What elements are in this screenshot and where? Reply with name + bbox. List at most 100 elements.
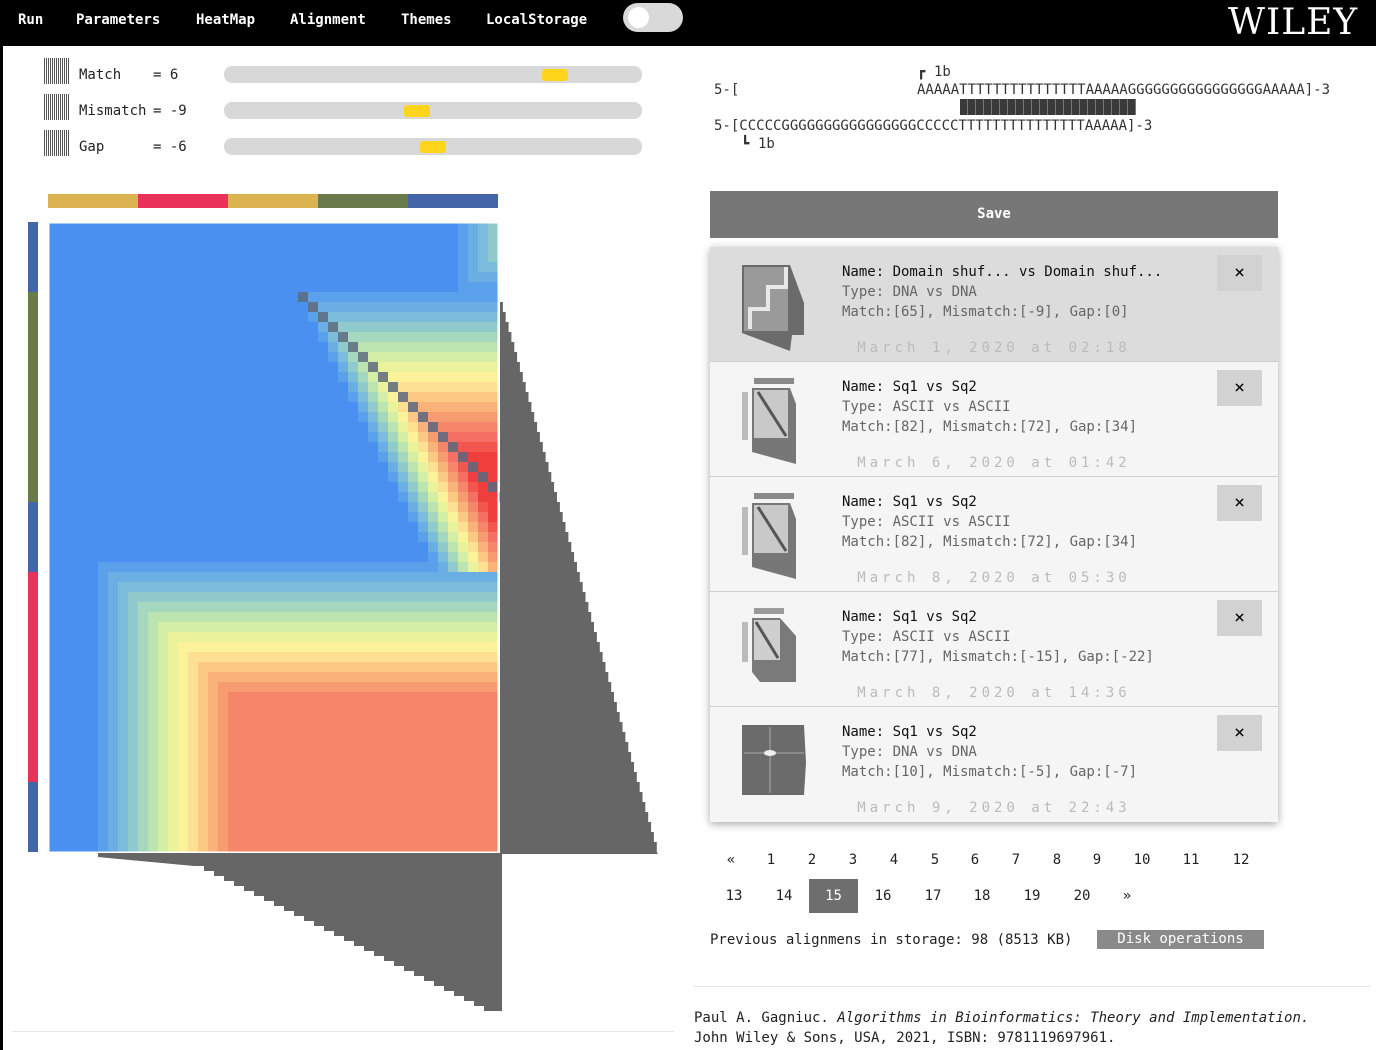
- page-link[interactable]: 20: [1064, 879, 1100, 913]
- page-link[interactable]: 6: [957, 843, 993, 877]
- page-link[interactable]: 16: [865, 879, 901, 913]
- citation-author: Paul A. Gagniuc.: [694, 1010, 838, 1026]
- page-link-current[interactable]: 15: [809, 879, 858, 913]
- saved-item-date: March 9, 2020 at 22:43: [857, 800, 1131, 816]
- gap-slider[interactable]: [224, 138, 642, 155]
- saved-item-date: March 8, 2020 at 05:30: [857, 570, 1131, 586]
- saved-item-scores: Match:[82], Mismatch:[72], Gap:[34]: [842, 534, 1138, 550]
- page-link[interactable]: 4: [876, 843, 912, 877]
- page-link[interactable]: 12: [1223, 843, 1259, 877]
- nav-heatmap[interactable]: HeatMap: [196, 12, 255, 28]
- colorbar-segment: [48, 194, 138, 208]
- delete-button[interactable]: ×: [1217, 600, 1262, 636]
- delete-button[interactable]: ×: [1217, 485, 1262, 521]
- page-link[interactable]: 11: [1173, 843, 1209, 877]
- page-link[interactable]: 10: [1124, 843, 1160, 877]
- disk-operations-button[interactable]: Disk operations: [1097, 930, 1264, 949]
- mismatch-slider-thumb[interactable]: [404, 105, 430, 117]
- save-button[interactable]: Save: [710, 191, 1278, 238]
- colorbar-segment: [28, 292, 38, 502]
- saved-item[interactable]: Name: Sq1 vs Sq2 Type: DNA vs DNA Match:…: [710, 707, 1278, 821]
- colorbar-segment: [318, 194, 408, 208]
- heatmap-shadow-right: [500, 222, 658, 854]
- gap-label: Gap: [79, 139, 105, 155]
- seq2-sequence: 5-[CCCCCGGGGGGGGGGGGGGGGCCCCCTTTTTTTTTTT…: [714, 118, 1153, 134]
- saved-item-type: Type: ASCII vs ASCII: [842, 399, 1011, 415]
- page-link[interactable]: 17: [915, 879, 951, 913]
- wiley-logo: WILEY: [1228, 2, 1359, 43]
- colorbar-segment: [228, 194, 318, 208]
- nav-run[interactable]: Run: [18, 12, 43, 28]
- saved-item-name: Name: Sq1 vs Sq2: [842, 724, 977, 740]
- saved-item-date: March 6, 2020 at 01:42: [857, 455, 1131, 471]
- page-link[interactable]: 14: [766, 879, 802, 913]
- saved-item-type: Type: DNA vs DNA: [842, 744, 977, 760]
- storage-status: Previous alignmens in storage: 98 (8513 …: [710, 932, 1073, 948]
- colorbar-segment: [28, 572, 38, 782]
- nav-parameters[interactable]: Parameters: [76, 12, 160, 28]
- match-slider[interactable]: [224, 66, 642, 83]
- nav-localstorage[interactable]: LocalStorage: [486, 12, 587, 28]
- saved-item[interactable]: Name: Sq1 vs Sq2 Type: ASCII vs ASCII Ma…: [710, 592, 1278, 707]
- saved-item-type: Type: DNA vs DNA: [842, 284, 977, 300]
- top-nav-bar: Run Parameters HeatMap Alignment Themes …: [0, 0, 1376, 46]
- gap-icon: [44, 130, 70, 156]
- mismatch-value: = -9: [153, 103, 187, 119]
- seq1-prefix: 5-[: [714, 82, 740, 98]
- match-value: = 6: [153, 67, 179, 83]
- saved-item[interactable]: Name: Domain shuf... vs Domain shuf... T…: [710, 247, 1278, 362]
- seq1-sequence: AAAAATTTTTTTTTTTTTTTAAAAAGGGGGGGGGGGGGGG…: [917, 82, 1331, 98]
- saved-alignments-list: Name: Domain shuf... vs Domain shuf... T…: [710, 247, 1278, 822]
- theme-toggle-switch[interactable]: [623, 3, 683, 32]
- sequence-colorbar-top: [48, 194, 498, 208]
- page-link[interactable]: 8: [1039, 843, 1075, 877]
- nav-themes[interactable]: Themes: [401, 12, 452, 28]
- left-divider: [12, 1031, 674, 1032]
- page-prev[interactable]: «: [713, 843, 749, 877]
- alignment-match-bar: [960, 99, 1136, 115]
- mismatch-slider[interactable]: [224, 102, 642, 119]
- page-link[interactable]: 18: [964, 879, 1000, 913]
- match-icon: [44, 58, 70, 84]
- page-link[interactable]: 7: [998, 843, 1034, 877]
- saved-item-scores: Match:[82], Mismatch:[72], Gap:[34]: [842, 419, 1138, 435]
- left-border: [0, 46, 3, 1050]
- saved-item-scores: Match:[77], Mismatch:[-15], Gap:[-22]: [842, 649, 1154, 665]
- page-link[interactable]: 9: [1079, 843, 1115, 877]
- saved-item-name: Name: Sq1 vs Sq2: [842, 494, 977, 510]
- saved-item-date: March 8, 2020 at 14:36: [857, 685, 1131, 701]
- colorbar-segment: [138, 194, 228, 208]
- saved-item[interactable]: Name: Sq1 vs Sq2 Type: ASCII vs ASCII Ma…: [710, 362, 1278, 477]
- delete-button[interactable]: ×: [1217, 370, 1262, 406]
- page-link[interactable]: 13: [716, 879, 752, 913]
- toggle-knob: [628, 7, 649, 28]
- page-link[interactable]: 3: [835, 843, 871, 877]
- delete-button[interactable]: ×: [1217, 715, 1262, 751]
- nav-alignment[interactable]: Alignment: [290, 12, 366, 28]
- alignment-marker-top-icon: ┏: [917, 64, 926, 80]
- right-divider: [694, 986, 1370, 987]
- sequence-colorbar-left: [28, 222, 38, 852]
- match-label: Match: [79, 67, 122, 83]
- saved-item[interactable]: Name: Sq1 vs Sq2 Type: ASCII vs ASCII Ma…: [710, 477, 1278, 592]
- page-link[interactable]: 19: [1014, 879, 1050, 913]
- mismatch-icon: [44, 94, 70, 120]
- page-link[interactable]: 2: [794, 843, 830, 877]
- alignment-marker-bottom-icon: ┗: [741, 136, 750, 152]
- match-slider-thumb[interactable]: [542, 69, 568, 81]
- saved-item-name: Name: Sq1 vs Sq2: [842, 609, 977, 625]
- citation: Paul A. Gagniuc. Algorithms in Bioinform…: [694, 1008, 1309, 1048]
- alignment-marker-top: 1b: [934, 64, 951, 80]
- score-heatmap[interactable]: [48, 222, 500, 854]
- mismatch-label: Mismatch: [79, 103, 147, 119]
- saved-item-name: Name: Domain shuf... vs Domain shuf...: [842, 264, 1163, 280]
- page-link[interactable]: 5: [917, 843, 953, 877]
- delete-button[interactable]: ×: [1217, 255, 1262, 291]
- saved-item-date: March 1, 2020 at 02:18: [857, 340, 1131, 356]
- page-link[interactable]: 1: [753, 843, 789, 877]
- colorbar-segment: [28, 782, 38, 852]
- page-next[interactable]: »: [1109, 879, 1145, 913]
- citation-rest: John Wiley & Sons, USA, 2021, ISBN: 9781…: [694, 1030, 1116, 1046]
- gap-slider-thumb[interactable]: [420, 141, 446, 153]
- colorbar-segment: [28, 502, 38, 572]
